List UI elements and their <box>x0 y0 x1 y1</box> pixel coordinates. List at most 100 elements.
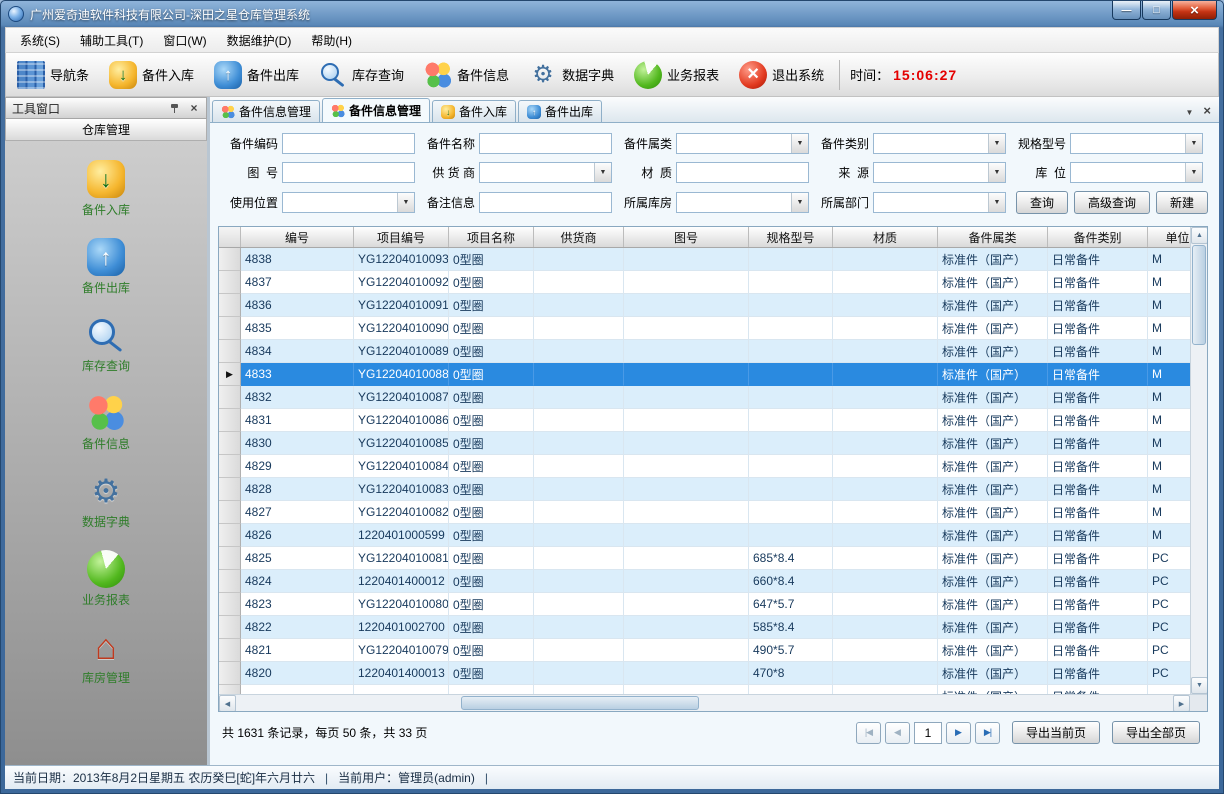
first-page-button[interactable] <box>856 722 881 744</box>
menu-item[interactable]: 帮助(H) <box>301 28 362 53</box>
column-header[interactable]: 材质 <box>833 227 938 247</box>
page-number-input[interactable] <box>914 722 942 744</box>
tab[interactable]: 备件信息管理 <box>212 100 320 122</box>
toolbar-button[interactable]: 导航条 <box>12 59 94 91</box>
horizontal-scrollbar[interactable] <box>219 695 1190 711</box>
sidebar-item[interactable]: 备件信息 <box>15 391 197 455</box>
column-header[interactable]: 图号 <box>624 227 749 247</box>
table-row[interactable]: 482612204010005990型圈标准件（国产）日常备件M <box>219 524 1190 547</box>
dropdown-arrow-icon[interactable] <box>1185 134 1202 153</box>
table-row[interactable]: 4837YG122040100920型圈标准件（国产）日常备件M <box>219 271 1190 294</box>
vertical-scrollbar[interactable] <box>1190 227 1207 694</box>
column-header[interactable]: 编号 <box>241 227 354 247</box>
search-input[interactable] <box>282 133 415 154</box>
toolbar-button[interactable]: 业务报表 <box>629 59 724 91</box>
table-row[interactable]: 4828YG122040100830型圈标准件（国产）日常备件M <box>219 478 1190 501</box>
next-page-button[interactable] <box>946 722 971 744</box>
pin-icon[interactable] <box>169 103 180 114</box>
column-header[interactable]: 备件属类 <box>938 227 1048 247</box>
search-input[interactable] <box>676 162 809 183</box>
tool-window-close-icon[interactable] <box>188 102 200 114</box>
advanced-query-button[interactable]: 高级查询 <box>1074 191 1150 214</box>
scroll-right-icon[interactable] <box>1173 695 1190 712</box>
menu-item[interactable]: 窗口(W) <box>153 28 216 53</box>
toolbar-button[interactable]: 备件信息 <box>419 59 514 91</box>
table-row[interactable]: 4834YG122040100890型圈标准件（国产）日常备件M <box>219 340 1190 363</box>
column-header[interactable]: 项目编号 <box>354 227 449 247</box>
table-row[interactable]: 标准件（国产）日常备件 <box>219 685 1190 694</box>
search-select[interactable] <box>282 192 415 213</box>
maximize-button[interactable] <box>1142 1 1171 20</box>
query-button[interactable]: 查询 <box>1016 191 1068 214</box>
horizontal-scroll-thumb[interactable] <box>461 696 699 710</box>
toolbar-button[interactable]: 备件出库 <box>209 59 304 91</box>
dropdown-arrow-icon[interactable] <box>594 163 611 182</box>
table-row[interactable]: 4821YG122040100790型圈490*5.7标准件（国产）日常备件PC <box>219 639 1190 662</box>
search-input[interactable] <box>282 162 415 183</box>
table-row[interactable]: 4838YG122040100930型圈标准件（国产）日常备件M <box>219 248 1190 271</box>
last-page-button[interactable] <box>975 722 1000 744</box>
table-row[interactable]: ▶4833YG122040100880型圈标准件（国产）日常备件M <box>219 363 1190 386</box>
search-select[interactable] <box>1070 162 1203 183</box>
dropdown-arrow-icon[interactable] <box>791 134 808 153</box>
scroll-up-icon[interactable] <box>1191 227 1207 244</box>
vertical-scroll-track[interactable] <box>1191 244 1207 677</box>
table-row[interactable]: 482412204014000120型圈660*8.4标准件（国产）日常备件PC <box>219 570 1190 593</box>
scroll-left-icon[interactable] <box>219 695 236 712</box>
table-row[interactable]: 482012204014000130型圈470*8标准件（国产）日常备件PC <box>219 662 1190 685</box>
title-bar[interactable]: 广州爱奇迪软件科技有限公司-深田之星仓库管理系统 <box>5 1 1219 27</box>
dropdown-arrow-icon[interactable] <box>988 134 1005 153</box>
tab-close-icon[interactable] <box>1203 103 1211 118</box>
search-input[interactable] <box>479 133 612 154</box>
search-select[interactable] <box>873 192 1006 213</box>
minimize-button[interactable] <box>1112 1 1141 20</box>
dropdown-arrow-icon[interactable] <box>988 193 1005 212</box>
sidebar-item[interactable]: 备件入库 <box>15 157 197 221</box>
scroll-down-icon[interactable] <box>1191 677 1207 694</box>
search-select[interactable] <box>479 162 612 183</box>
column-header[interactable]: 规格型号 <box>749 227 833 247</box>
sidebar-item[interactable]: 数据字典 <box>15 469 197 533</box>
table-row[interactable]: 482212204010027000型圈585*8.4标准件（国产）日常备件PC <box>219 616 1190 639</box>
search-select[interactable] <box>873 162 1006 183</box>
new-button[interactable]: 新建 <box>1156 191 1208 214</box>
column-header[interactable]: 单位 <box>1148 227 1190 247</box>
table-row[interactable]: 4829YG122040100840型圈标准件（国产）日常备件M <box>219 455 1190 478</box>
prev-page-button[interactable] <box>885 722 910 744</box>
horizontal-scroll-track[interactable] <box>236 695 1173 711</box>
table-row[interactable]: 4836YG122040100910型圈标准件（国产）日常备件M <box>219 294 1190 317</box>
table-row[interactable]: 4825YG122040100810型圈685*8.4标准件（国产）日常备件PC <box>219 547 1190 570</box>
table-row[interactable]: 4827YG122040100820型圈标准件（国产）日常备件M <box>219 501 1190 524</box>
column-header[interactable]: 项目名称 <box>449 227 534 247</box>
tool-window-titlebar[interactable]: 工具窗口 <box>5 97 207 119</box>
toolbar-button[interactable]: 库存查询 <box>314 59 409 91</box>
dropdown-arrow-icon[interactable] <box>791 193 808 212</box>
dropdown-arrow-icon[interactable] <box>1185 163 1202 182</box>
sidebar-item[interactable]: 库房管理 <box>15 625 197 689</box>
search-select[interactable] <box>873 133 1006 154</box>
toolbar-button[interactable]: 数据字典 <box>524 59 619 91</box>
toolbar-button[interactable]: 备件入库 <box>104 59 199 91</box>
column-header[interactable]: 供货商 <box>534 227 624 247</box>
dropdown-arrow-icon[interactable] <box>397 193 414 212</box>
column-header[interactable]: 备件类别 <box>1048 227 1148 247</box>
dropdown-arrow-icon[interactable] <box>988 163 1005 182</box>
search-input[interactable] <box>479 192 612 213</box>
search-select[interactable] <box>676 133 809 154</box>
sidebar-item[interactable]: 库存查询 <box>15 313 197 377</box>
tab-list-chevron-icon[interactable] <box>1185 104 1193 118</box>
toolbar-button[interactable]: 退出系统 <box>734 59 829 91</box>
sidebar-item[interactable]: 业务报表 <box>15 547 197 611</box>
vertical-scroll-thumb[interactable] <box>1192 245 1206 345</box>
search-select[interactable] <box>1070 133 1203 154</box>
menu-item[interactable]: 数据维护(D) <box>217 28 302 53</box>
export-all-pages-button[interactable]: 导出全部页 <box>1112 721 1200 744</box>
menu-item[interactable]: 系统(S) <box>10 28 70 53</box>
table-row[interactable]: 4830YG122040100850型圈标准件（国产）日常备件M <box>219 432 1190 455</box>
table-row[interactable]: 4832YG122040100870型圈标准件（国产）日常备件M <box>219 386 1190 409</box>
tab[interactable]: 备件出库 <box>518 100 602 122</box>
warehouse-group-header[interactable]: 仓库管理 <box>5 119 207 141</box>
close-button[interactable] <box>1172 1 1217 20</box>
search-select[interactable] <box>676 192 809 213</box>
table-row[interactable]: 4831YG122040100860型圈标准件（国产）日常备件M <box>219 409 1190 432</box>
